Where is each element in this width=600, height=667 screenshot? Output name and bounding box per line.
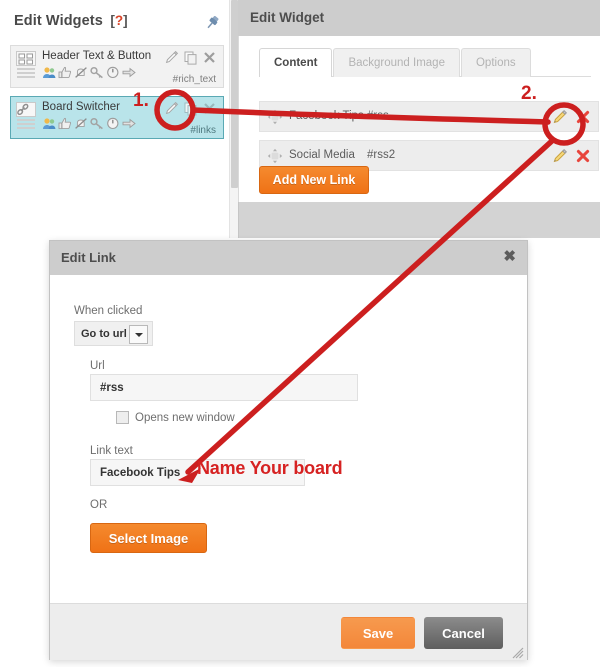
edit-widget-title: Edit Widget xyxy=(250,10,325,25)
pencil-edit-icon[interactable] xyxy=(552,109,568,125)
key-icon[interactable] xyxy=(90,117,104,135)
select-image-button[interactable]: Select Image xyxy=(90,523,207,553)
edit-link-titlebar: Edit Link ✖ xyxy=(50,241,527,275)
mute-bell-icon[interactable] xyxy=(74,117,88,135)
opens-new-window-label: Opens new window xyxy=(135,411,235,424)
tab-content[interactable]: Content xyxy=(259,48,333,77)
tab-options[interactable]: Options xyxy=(460,48,531,77)
url-label: Url xyxy=(90,360,105,372)
link-text-input[interactable]: Facebook Tips xyxy=(90,459,305,486)
link-url: #rss xyxy=(367,110,389,122)
edit-widget-body: Content Background Image Options Faceboo… xyxy=(238,36,600,202)
edit-widgets-header: Edit Widgets [?] xyxy=(14,12,222,40)
edit-link-title: Edit Link xyxy=(61,250,116,265)
close-icon[interactable]: ✖ xyxy=(503,248,516,266)
key-icon[interactable] xyxy=(90,66,104,84)
edit-widget-footer xyxy=(238,202,600,238)
widget-link-thumb-icon xyxy=(16,102,36,133)
link-url: #rss2 xyxy=(367,149,396,161)
chevron-down-icon[interactable] xyxy=(129,325,148,344)
power-icon[interactable] xyxy=(106,117,120,135)
pencil-edit-icon[interactable] xyxy=(164,50,179,70)
pencil-edit-icon[interactable] xyxy=(552,148,568,164)
edit-widget-panel: Edit Widget Content Background Image Opt… xyxy=(238,0,600,238)
edit-widget-tabs: Content Background Image Options xyxy=(259,48,532,77)
thumbs-up-icon[interactable] xyxy=(58,66,72,84)
duplicate-icon[interactable] xyxy=(183,50,198,70)
mute-bell-icon[interactable] xyxy=(74,66,88,84)
close-x-icon[interactable] xyxy=(202,101,217,121)
widget-grid-thumb-icon xyxy=(16,51,36,82)
edit-widget-header: Edit Widget xyxy=(238,0,600,36)
arrow-right-icon[interactable] xyxy=(122,66,136,84)
url-input-value: #rss xyxy=(100,381,124,394)
widget-row-actions xyxy=(164,101,217,121)
when-clicked-label: When clicked xyxy=(74,305,143,317)
save-button[interactable]: Save xyxy=(341,617,415,649)
page-title: Edit Widgets xyxy=(14,13,103,29)
delete-x-icon[interactable] xyxy=(575,148,591,164)
checkbox-box[interactable] xyxy=(116,411,129,424)
help-link[interactable]: [?] xyxy=(110,13,127,28)
thumbs-up-icon[interactable] xyxy=(58,117,72,135)
when-clicked-value: Go to url xyxy=(81,327,127,340)
close-x-icon[interactable] xyxy=(202,50,217,70)
link-text-input-value: Facebook Tips xyxy=(100,466,181,479)
pushpin-icon[interactable] xyxy=(202,13,222,33)
edit-link-dialog: Edit Link ✖ When clicked Go to url Url #… xyxy=(49,240,528,660)
widget-name: Board Switcher xyxy=(42,101,120,113)
widget-social-icons xyxy=(42,66,136,84)
when-clicked-select[interactable]: Go to url xyxy=(74,321,153,346)
widget-tag: #links xyxy=(190,125,216,136)
move-4way-icon[interactable] xyxy=(267,109,283,125)
cancel-button[interactable]: Cancel xyxy=(424,617,503,649)
link-text: Social Media xyxy=(289,149,355,161)
widget-tag: #rich_text xyxy=(172,74,216,85)
tab-background-image[interactable]: Background Image xyxy=(333,48,460,77)
resize-grip-icon[interactable] xyxy=(512,646,524,659)
widget-list-item[interactable]: Board Switcher #links xyxy=(10,96,224,139)
arrow-right-icon[interactable] xyxy=(122,117,136,135)
pencil-edit-icon[interactable] xyxy=(164,101,179,121)
link-text-label: Link text xyxy=(90,445,133,457)
scrollbar-thumb[interactable] xyxy=(231,0,238,188)
opens-new-window-checkbox[interactable]: Opens new window xyxy=(116,411,235,424)
duplicate-icon[interactable] xyxy=(183,101,198,121)
link-text: Facebook Tips xyxy=(289,110,364,122)
users-icon[interactable] xyxy=(42,66,56,84)
delete-x-icon[interactable] xyxy=(575,109,591,125)
or-separator-label: OR xyxy=(90,499,108,511)
users-icon[interactable] xyxy=(42,117,56,135)
power-icon[interactable] xyxy=(106,66,120,84)
url-input[interactable]: #rss xyxy=(90,374,358,401)
widget-row-actions xyxy=(164,50,217,70)
widget-list-item[interactable]: Header Text & Button #rich_text xyxy=(10,45,224,88)
widget-social-icons xyxy=(42,117,136,135)
add-new-link-button[interactable]: Add New Link xyxy=(259,166,369,194)
edit-link-body: When clicked Go to url Url #rss Opens ne… xyxy=(50,275,527,603)
move-4way-icon[interactable] xyxy=(267,148,283,164)
screenshot-root: Edit Widgets [?] Header Text & Button #r… xyxy=(0,0,600,667)
edit-link-footer: Save Cancel xyxy=(50,603,527,660)
edit-widgets-panel: Edit Widgets [?] Header Text & Button #r… xyxy=(0,0,239,238)
widget-name: Header Text & Button xyxy=(42,50,152,62)
link-list-item[interactable]: Facebook Tips #rss xyxy=(259,101,599,132)
